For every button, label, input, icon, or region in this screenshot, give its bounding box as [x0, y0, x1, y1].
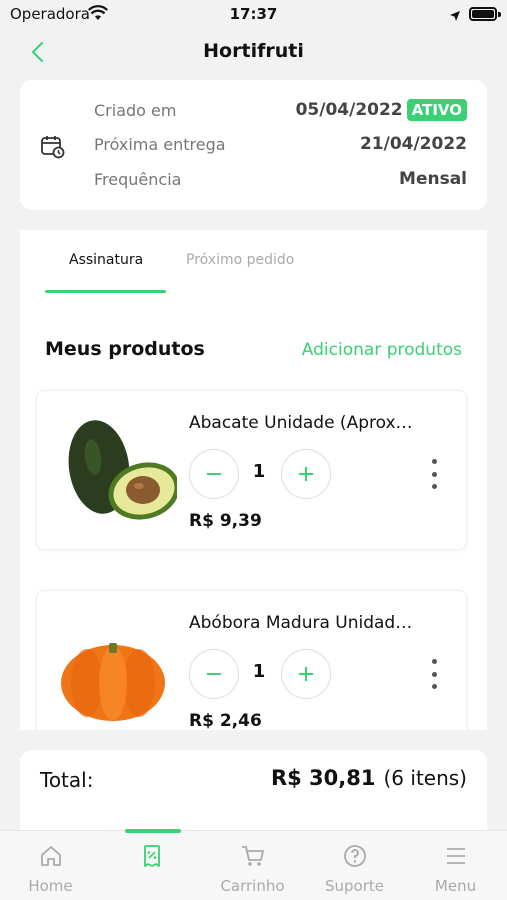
created-value-group: 05/04/2022 ATIVO	[296, 99, 467, 121]
product-card: Abóbora Madura Unidad… 1 R$ 2,46	[36, 590, 467, 730]
product-name: Abóbora Madura Unidad…	[189, 613, 413, 633]
page-title: Hortifruti	[203, 40, 304, 62]
product-name: Abacate Unidade (Aprox…	[189, 413, 413, 433]
decrease-quantity-button[interactable]	[189, 649, 239, 699]
tab-subscriptions[interactable]	[101, 831, 202, 900]
total-group: R$ 30,81 (6 itens)	[271, 766, 467, 790]
minus-icon	[207, 473, 221, 475]
total-value: R$ 30,81	[270, 766, 376, 790]
location-arrow-icon	[449, 7, 461, 26]
clock: 17:37	[229, 5, 278, 23]
home-icon	[0, 843, 101, 869]
total-label: Total:	[40, 768, 94, 792]
status-badge: ATIVO	[406, 99, 467, 121]
cart-icon	[202, 843, 303, 869]
increase-quantity-button[interactable]	[281, 649, 331, 699]
order-total-bar: Total: R$ 30,81 (6 itens)	[20, 750, 487, 830]
frequency-label: Frequência	[94, 169, 182, 189]
menu-icon	[405, 843, 506, 869]
product-card: Abacate Unidade (Aprox… 1 R$ 9,39	[36, 390, 467, 550]
more-options-icon[interactable]	[424, 659, 444, 689]
tab-cart[interactable]: Carrinho	[202, 831, 303, 900]
subscription-info-card: Criado em 05/04/2022 ATIVO Próxima entre…	[20, 80, 487, 210]
tab-label: Suporte	[324, 877, 384, 895]
quantity-value: 1	[252, 461, 266, 482]
add-products-link[interactable]: Adicionar produtos	[302, 340, 462, 360]
minus-icon	[207, 673, 221, 675]
product-image-avocado	[57, 411, 180, 531]
created-label: Criado em	[94, 100, 177, 120]
quantity-value: 1	[252, 661, 266, 682]
created-row: Criado em 05/04/2022 ATIVO	[94, 95, 467, 125]
battery-icon	[469, 7, 497, 21]
subscription-icon	[101, 843, 202, 869]
tab-next-order[interactable]: Próximo pedido	[186, 252, 294, 268]
product-price: R$ 2,46	[189, 711, 262, 730]
tab-subscription[interactable]: Assinatura	[69, 252, 143, 268]
plus-icon	[299, 667, 313, 681]
product-image-pumpkin	[57, 611, 177, 730]
product-price: R$ 9,39	[189, 511, 262, 531]
bottom-tab-bar: Home Carrinho Suporte Menu	[0, 829, 507, 900]
next-delivery-date: 21/04/2022	[359, 134, 467, 154]
created-date: 05/04/2022	[295, 100, 403, 120]
increase-quantity-button[interactable]	[281, 449, 331, 499]
plus-icon	[299, 467, 313, 481]
tab-label: Carrinho	[220, 877, 285, 895]
next-delivery-label: Próxima entrega	[94, 134, 226, 154]
tab-home[interactable]: Home	[0, 831, 101, 900]
main-panel: Assinatura Próximo pedido Meus produtos …	[20, 230, 487, 730]
items-count: (6 itens)	[383, 766, 468, 790]
more-options-icon[interactable]	[424, 459, 444, 489]
decrease-quantity-button[interactable]	[189, 449, 239, 499]
tab-support[interactable]: Suporte	[304, 831, 405, 900]
frequency-row: Frequência Mensal	[94, 164, 467, 194]
calendar-clock-icon	[40, 134, 66, 164]
active-tab-indicator	[45, 290, 166, 293]
status-bar: Operadora 17:37	[0, 0, 507, 30]
tab-label: Menu	[434, 877, 477, 895]
segment-tabs: Assinatura Próximo pedido	[20, 230, 487, 294]
nav-header: Hortifruti	[0, 30, 507, 76]
frequency-value: Mensal	[399, 169, 467, 189]
battery-tip	[498, 12, 501, 17]
help-icon	[304, 843, 405, 869]
next-delivery-row: Próxima entrega 21/04/2022	[94, 129, 467, 159]
section-title: Meus produtos	[45, 338, 205, 360]
tab-label: Home	[28, 877, 73, 895]
tab-menu[interactable]: Menu	[405, 831, 506, 900]
